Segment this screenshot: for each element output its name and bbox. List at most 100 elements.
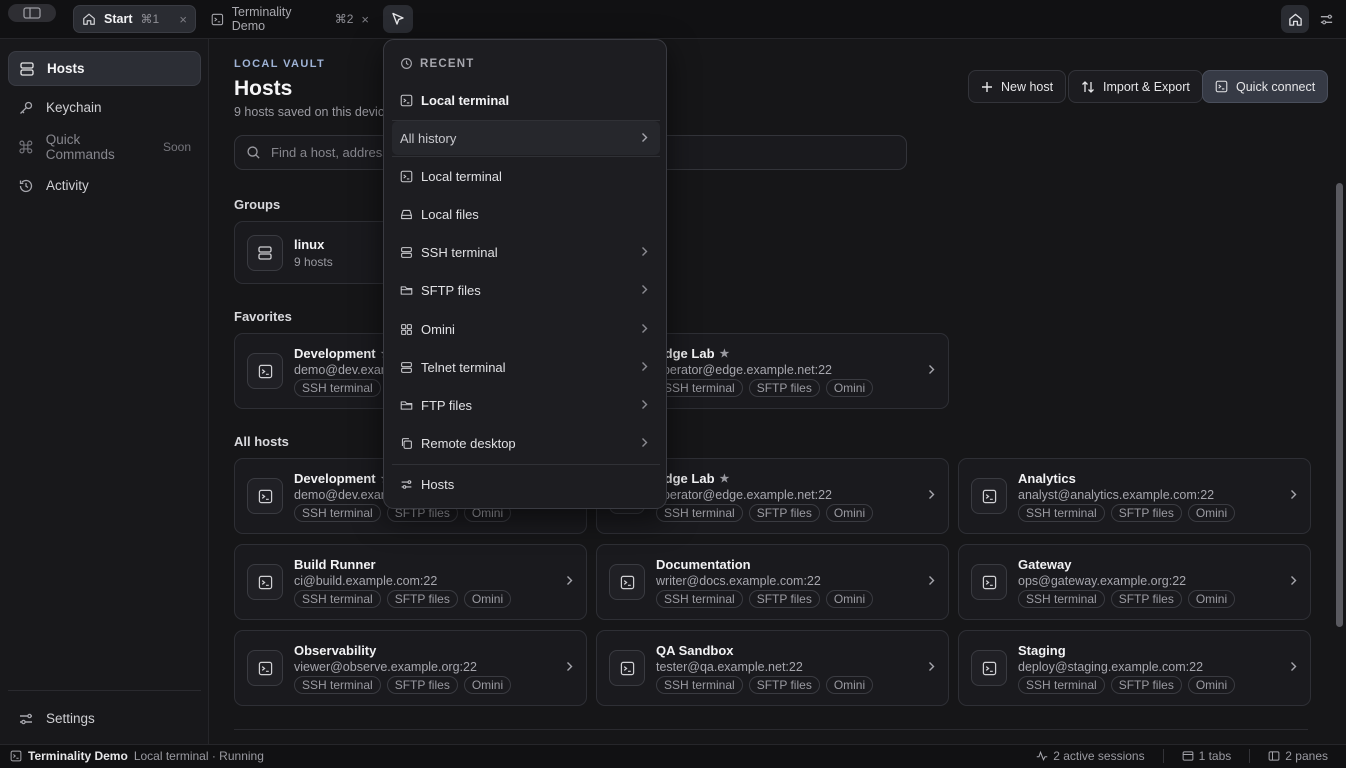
status-tabs[interactable]: 1 tabs bbox=[1182, 749, 1231, 763]
host-name: Observability bbox=[294, 643, 376, 658]
tag-badge: SFTP files bbox=[386, 590, 458, 608]
host-card[interactable]: Analytics analyst@analytics.example.com:… bbox=[958, 458, 1311, 534]
terminal-icon bbox=[258, 364, 272, 378]
menu-item-label: All history bbox=[400, 130, 457, 146]
group-icon-frame bbox=[247, 235, 283, 271]
tab-close-button[interactable]: × bbox=[179, 12, 187, 27]
chevron-right-icon bbox=[567, 576, 573, 585]
host-name-text: QA Sandbox bbox=[656, 643, 734, 658]
host-card[interactable]: QA Sandbox tester@qa.example.net:22 SSH … bbox=[596, 630, 949, 706]
import-export-button[interactable]: Import & Export bbox=[1068, 70, 1203, 103]
menu-item-ssh-terminal[interactable]: SSH terminal bbox=[392, 235, 660, 269]
terminal-icon bbox=[620, 661, 634, 675]
sidebar-item-activity[interactable]: Activity bbox=[8, 168, 201, 203]
host-icon-frame bbox=[971, 650, 1007, 686]
menu-item-label: Telnet terminal bbox=[421, 359, 506, 375]
open-host-chevron[interactable] bbox=[928, 489, 935, 500]
chevron-right-icon bbox=[642, 400, 648, 409]
host-name-text: Documentation bbox=[656, 557, 751, 572]
terminal-icon bbox=[1215, 80, 1228, 93]
host-name: Gateway bbox=[1018, 557, 1071, 572]
sidebar-item-keychain[interactable]: Keychain bbox=[8, 90, 201, 125]
status-sessions[interactable]: 2 active sessions bbox=[1036, 749, 1145, 763]
host-address: analyst@analytics.example.com:22 bbox=[1018, 488, 1215, 502]
sidebar-toggle-button[interactable] bbox=[8, 4, 56, 22]
star-icon[interactable]: ★ bbox=[720, 347, 730, 360]
tab-close-button[interactable]: × bbox=[361, 12, 369, 27]
menu-item-omini[interactable]: Omini bbox=[392, 312, 660, 346]
host-name-text: Build Runner bbox=[294, 557, 376, 572]
tag-badge: Omini bbox=[463, 676, 512, 694]
menu-item-label: Local terminal bbox=[421, 168, 502, 184]
host-tags: SSH terminal SFTP files Omini bbox=[1018, 590, 1236, 608]
status-separator bbox=[1162, 749, 1164, 763]
menu-item-local-terminal[interactable]: Local terminal bbox=[392, 159, 660, 193]
chevron-right-icon bbox=[929, 490, 935, 499]
chevron-right-icon bbox=[642, 438, 648, 447]
tab-start[interactable]: Start ⌘1 × bbox=[73, 5, 196, 33]
terminal-icon bbox=[400, 94, 413, 106]
new-connection-button[interactable] bbox=[383, 5, 413, 33]
host-name: QA Sandbox bbox=[656, 643, 734, 658]
host-card[interactable]: Observability viewer@observe.example.org… bbox=[234, 630, 587, 706]
open-host-chevron[interactable] bbox=[566, 575, 573, 586]
menu-item-sftp-files[interactable]: SFTP files bbox=[392, 273, 660, 307]
host-address: writer@docs.example.com:22 bbox=[656, 574, 821, 588]
open-host-chevron[interactable] bbox=[928, 575, 935, 586]
server-icon bbox=[20, 61, 34, 76]
host-icon-frame bbox=[247, 478, 283, 514]
terminal-icon bbox=[620, 575, 634, 589]
menu-all-history[interactable]: All history bbox=[392, 121, 660, 155]
host-icon-frame bbox=[247, 650, 283, 686]
host-icon-frame bbox=[971, 564, 1007, 600]
panes-icon bbox=[1268, 751, 1280, 761]
menu-item-ftp-files[interactable]: FTP files bbox=[392, 388, 660, 422]
sidebar-divider bbox=[8, 690, 201, 691]
group-card-linux[interactable]: linux 9 hosts bbox=[234, 221, 392, 284]
chevron-right-icon bbox=[567, 662, 573, 671]
new-host-button[interactable]: New host bbox=[968, 70, 1067, 103]
sidebar-item-hosts[interactable]: Hosts bbox=[8, 51, 201, 86]
host-name-text: Observability bbox=[294, 643, 377, 658]
sliders-icon bbox=[1320, 14, 1332, 24]
open-host-chevron[interactable] bbox=[566, 661, 573, 672]
home-button[interactable] bbox=[1281, 5, 1309, 33]
host-card[interactable]: Documentation writer@docs.example.com:22… bbox=[596, 544, 949, 620]
command-icon bbox=[19, 140, 33, 153]
menu-item-label: FTP files bbox=[421, 397, 473, 413]
host-card[interactable]: Staging deploy@staging.example.com:22 SS… bbox=[958, 630, 1311, 706]
menu-divider bbox=[392, 464, 660, 465]
open-host-chevron[interactable] bbox=[1290, 489, 1297, 500]
status-panes[interactable]: 2 panes bbox=[1268, 749, 1328, 763]
sidebar-item-settings[interactable]: Settings bbox=[8, 701, 201, 736]
sidebar-item-quick-commands[interactable]: Quick Commands Soon bbox=[8, 129, 201, 164]
tab-shortcut: ⌘2 bbox=[334, 12, 354, 26]
terminal-icon bbox=[10, 750, 22, 762]
open-host-chevron[interactable] bbox=[1290, 661, 1297, 672]
menu-hosts[interactable]: Hosts bbox=[392, 467, 660, 501]
tabs-icon bbox=[1182, 751, 1193, 761]
menu-item-telnet-terminal[interactable]: Telnet terminal bbox=[392, 350, 660, 384]
menu-item-remote-desktop[interactable]: Remote desktop bbox=[392, 426, 660, 460]
host-card[interactable]: Build Runner ci@build.example.com:22 SSH… bbox=[234, 544, 587, 620]
preferences-button[interactable] bbox=[1313, 5, 1339, 33]
host-tags: SSH terminal SFTP files Omini bbox=[656, 379, 874, 397]
host-name: Analytics bbox=[1018, 471, 1076, 486]
all-hosts-heading: All hosts bbox=[234, 434, 289, 449]
home-icon bbox=[83, 13, 95, 25]
chevron-right-icon bbox=[642, 133, 648, 142]
star-icon[interactable]: ★ bbox=[720, 472, 730, 485]
menu-item-local-files[interactable]: Local files bbox=[392, 197, 660, 231]
tab-terminality-demo[interactable]: Terminality Demo ⌘2 × bbox=[203, 5, 377, 33]
tag-badge: SFTP files bbox=[1110, 590, 1182, 608]
host-card[interactable]: Gateway ops@gateway.example.org:22 SSH t… bbox=[958, 544, 1311, 620]
vertical-scrollbar[interactable] bbox=[1336, 183, 1343, 627]
menu-recent-local-terminal[interactable]: Local terminal bbox=[392, 83, 660, 117]
open-host-chevron[interactable] bbox=[928, 364, 935, 375]
open-host-chevron[interactable] bbox=[1290, 575, 1297, 586]
quick-connect-button[interactable]: Quick connect bbox=[1202, 70, 1329, 103]
status-sessions-label: 2 active sessions bbox=[1053, 749, 1145, 763]
host-name: Staging bbox=[1018, 643, 1066, 658]
open-host-chevron[interactable] bbox=[928, 661, 935, 672]
menu-item-label: Remote desktop bbox=[421, 435, 516, 451]
